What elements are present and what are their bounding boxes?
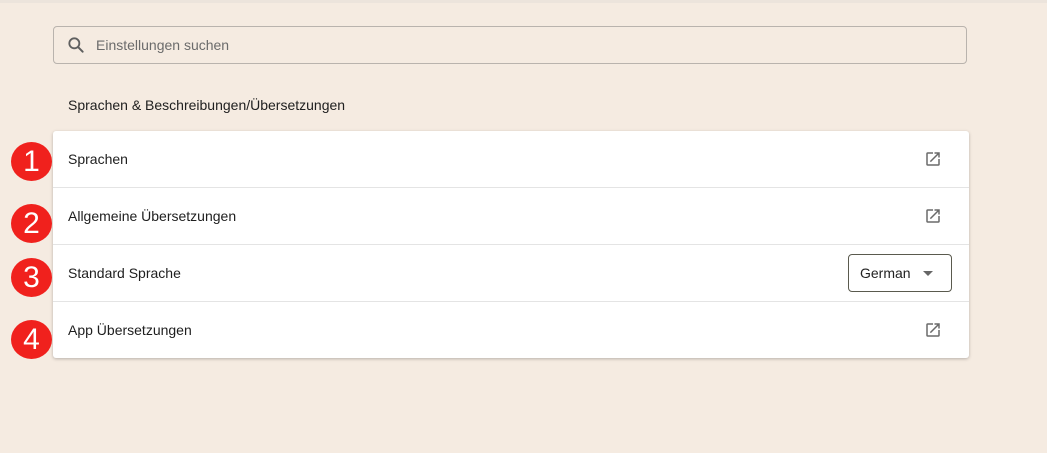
annotation-marker-4: 4 <box>11 320 52 359</box>
language-select[interactable]: German <box>848 254 952 292</box>
row-label: App Übersetzungen <box>68 322 192 338</box>
section-title: Sprachen & Beschreibungen/Übersetzungen <box>68 97 346 113</box>
annotation-marker-2: 2 <box>11 204 52 243</box>
top-divider <box>0 0 1047 3</box>
row-sprachen[interactable]: Sprachen <box>53 131 969 188</box>
open-in-new-icon[interactable] <box>921 204 945 228</box>
row-allgemeine-uebersetzungen[interactable]: Allgemeine Übersetzungen <box>53 188 969 245</box>
settings-card: Sprachen Allgemeine Übersetzungen Standa… <box>53 131 969 358</box>
search-icon <box>66 35 86 55</box>
annotation-marker-3: 3 <box>11 258 52 297</box>
row-standard-sprache: Standard Sprache German <box>53 245 969 302</box>
row-label: Sprachen <box>68 151 128 167</box>
caret-down-icon <box>923 270 933 276</box>
annotation-marker-1: 1 <box>11 142 52 181</box>
open-in-new-icon[interactable] <box>921 318 945 342</box>
search-input[interactable] <box>94 36 958 54</box>
language-select-value: German <box>860 265 911 281</box>
row-app-uebersetzungen[interactable]: App Übersetzungen <box>53 302 969 358</box>
settings-search-bar[interactable] <box>53 26 967 64</box>
row-label: Allgemeine Übersetzungen <box>68 208 237 224</box>
open-in-new-icon[interactable] <box>921 147 945 171</box>
row-label: Standard Sprache <box>68 265 181 281</box>
